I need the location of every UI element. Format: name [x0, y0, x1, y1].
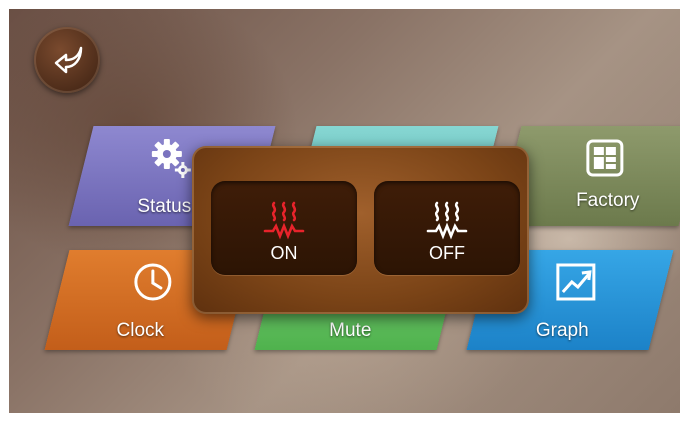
graph-label: Graph [535, 320, 589, 341]
heater-icon [426, 201, 468, 240]
back-arrow-icon [54, 46, 83, 74]
chart-trend-icon [555, 262, 597, 307]
heater-dialog: ON OFF [192, 146, 529, 314]
clock-icon [133, 262, 173, 307]
heater-off-button[interactable]: OFF [374, 181, 520, 275]
heater-on-label: ON [270, 243, 298, 263]
heater-on-button[interactable]: ON [211, 181, 357, 275]
heater-icon [263, 201, 305, 240]
gears-icon [149, 136, 195, 185]
back-button[interactable] [34, 27, 100, 93]
heater-off-label: OFF [429, 243, 465, 263]
mute-label: Mute [329, 320, 372, 341]
screen: Status Factory Clock Mute Graph ON OFF [9, 9, 680, 413]
clock-label: Clock [116, 320, 165, 341]
grid-panel-icon [585, 138, 625, 183]
factory-label: Factory [576, 190, 640, 211]
